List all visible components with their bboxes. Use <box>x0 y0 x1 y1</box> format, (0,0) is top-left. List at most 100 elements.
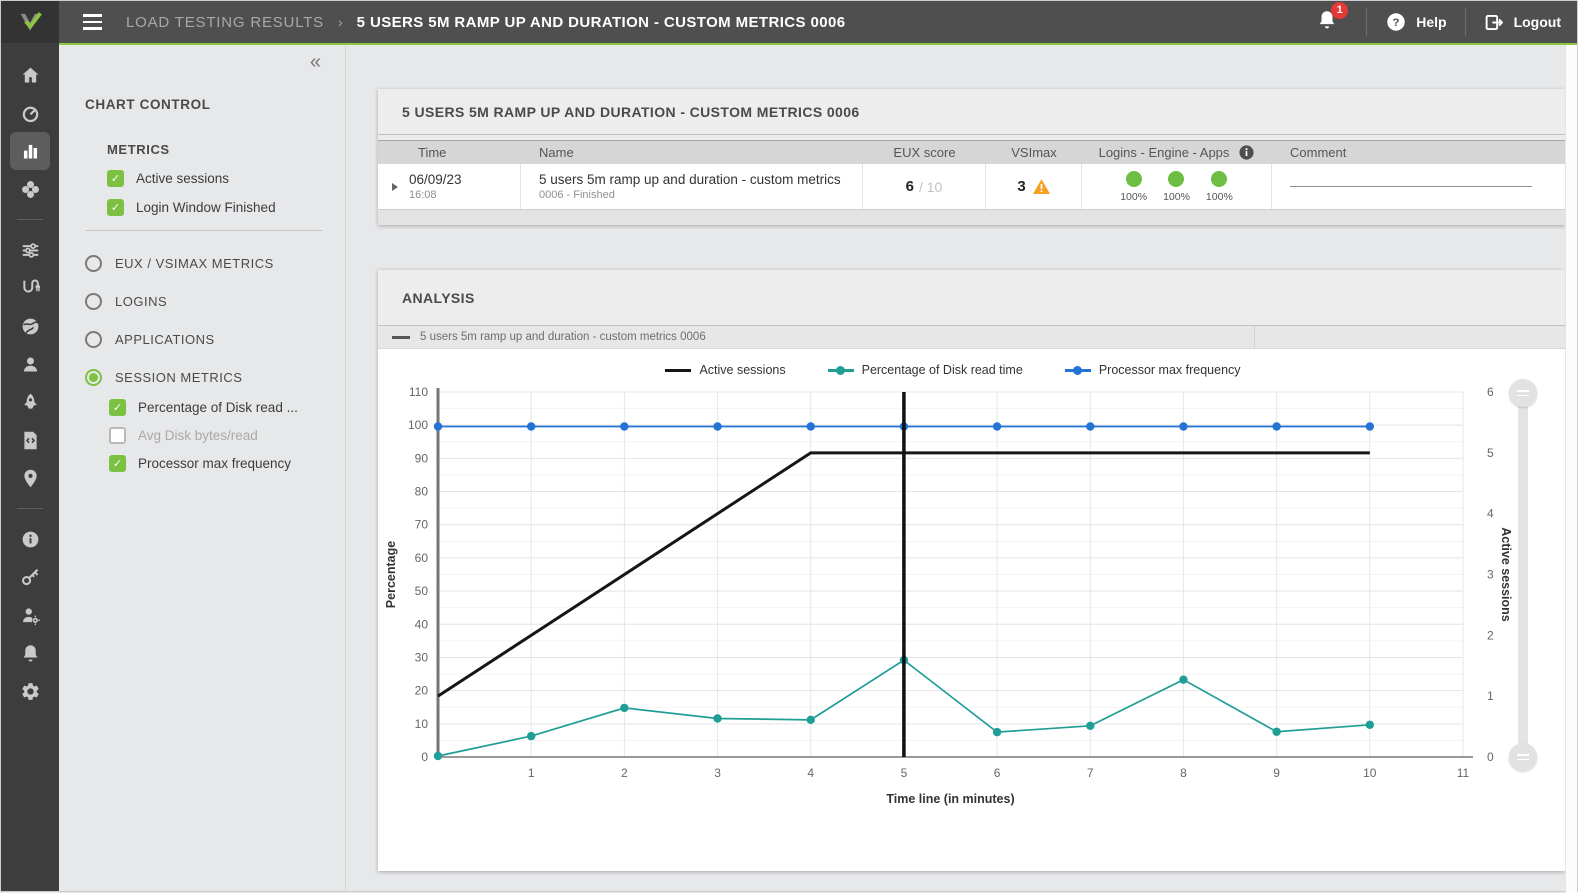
svg-text:10: 10 <box>1363 766 1377 780</box>
top-bar: LOAD TESTING RESULTS › 5 USERS 5M RAMP U… <box>59 1 1577 45</box>
svg-text:3: 3 <box>1487 568 1494 582</box>
svg-text:20: 20 <box>415 684 429 698</box>
home-icon <box>20 65 41 86</box>
column-header-vsimax: VSImax <box>986 141 1082 164</box>
legend-item[interactable]: Active sessions <box>665 363 785 377</box>
breadcrumb[interactable]: LOAD TESTING RESULTS <box>126 14 324 31</box>
status-dot-green <box>1126 171 1142 187</box>
svg-text:7: 7 <box>1087 766 1094 780</box>
legend-marker-icon <box>828 369 854 372</box>
user-settings-icon <box>20 605 41 626</box>
eux-score-max: / 10 <box>919 179 942 195</box>
sidebar-item-results[interactable] <box>10 132 50 170</box>
table-row[interactable]: 06/09/23 16:08 5 users 5m ramp up and du… <box>378 164 1565 209</box>
svg-text:4: 4 <box>807 766 814 780</box>
checkbox-percentage-disk-read[interactable]: Percentage of Disk read ... <box>109 399 323 416</box>
row-expander-icon[interactable] <box>392 183 398 191</box>
logout-button[interactable]: Logout <box>1484 12 1561 33</box>
svg-text:2: 2 <box>621 766 628 780</box>
results-card-title: 5 USERS 5M RAMP UP AND DURATION - CUSTOM… <box>402 104 860 120</box>
script-file-icon <box>20 430 41 451</box>
series-band-divider <box>1254 326 1255 348</box>
sidebar-item-user-management[interactable] <box>10 603 50 627</box>
table-footer-strip <box>378 209 1565 225</box>
series-toggle-band: 5 users 5m ramp up and duration - custom… <box>378 326 1565 349</box>
checkbox-active-sessions[interactable]: Active sessions <box>107 170 323 187</box>
checkbox-checked-icon <box>107 199 124 216</box>
info-icon <box>20 529 41 550</box>
sidebar-item-home[interactable] <box>10 63 50 87</box>
column-header-name: Name <box>521 141 863 164</box>
checkbox-processor-max-frequency[interactable]: Processor max frequency <box>109 455 323 472</box>
sidebar-item-users[interactable] <box>10 352 50 376</box>
collapse-panel-button[interactable]: « <box>310 51 321 74</box>
sidebar-item-apps[interactable] <box>10 177 50 201</box>
connector-icon <box>20 278 41 299</box>
menu-toggle-button[interactable] <box>83 14 102 30</box>
legend-label: Percentage of Disk read time <box>862 363 1023 377</box>
radio-applications[interactable]: APPLICATIONS <box>85 331 323 348</box>
sidebar-item-connections[interactable] <box>10 276 50 300</box>
help-button[interactable]: ? Help <box>1385 11 1446 33</box>
apps-icon <box>20 179 41 200</box>
results-card: 5 USERS 5M RAMP UP AND DURATION - CUSTOM… <box>378 89 1565 225</box>
metrics-section-title: METRICS <box>107 142 323 157</box>
bar-chart-icon <box>20 141 41 162</box>
radio-selected-icon <box>85 369 102 386</box>
column-header-time: Time <box>378 141 521 164</box>
svg-text:5: 5 <box>901 766 908 780</box>
topbar-divider <box>1366 8 1367 36</box>
svg-text:1: 1 <box>1487 689 1494 703</box>
page-scrollbar[interactable] <box>1565 45 1577 893</box>
sidebar-item-info[interactable] <box>10 527 50 551</box>
svg-text:5: 5 <box>1487 446 1494 460</box>
series-toggle[interactable]: 5 users 5m ramp up and duration - custom… <box>392 331 706 343</box>
info-icon[interactable] <box>1238 144 1255 161</box>
series-toggle-label: 5 users 5m ramp up and duration - custom… <box>420 331 706 343</box>
analysis-card: ANALYSIS 5 users 5m ramp up and duration… <box>378 270 1565 871</box>
sidebar-item-environment[interactable] <box>10 314 50 338</box>
rail-divider <box>17 219 43 220</box>
rocket-icon <box>20 392 41 413</box>
sidebar-item-dashboard[interactable] <box>10 101 50 125</box>
sidebar-item-tune[interactable] <box>10 238 50 262</box>
gauge-icon <box>20 103 41 124</box>
checkbox-avg-disk-bytes-read[interactable]: Avg Disk bytes/read <box>109 427 323 444</box>
sidebar-item-scripts[interactable] <box>10 428 50 452</box>
help-label: Help <box>1416 14 1446 30</box>
radio-session-metrics[interactable]: SESSION METRICS <box>85 369 323 386</box>
radio-eux-vsimax-metrics[interactable]: EUX / VSIMAX METRICS <box>85 255 323 272</box>
app-root: LOAD TESTING RESULTS › 5 USERS 5M RAMP U… <box>1 1 1577 891</box>
comment-input[interactable] <box>1290 186 1532 187</box>
slider-handle-top[interactable] <box>1509 379 1537 407</box>
logout-icon <box>1484 12 1505 33</box>
app-logo[interactable] <box>1 1 59 43</box>
notification-badge: 1 <box>1331 2 1348 19</box>
help-icon: ? <box>1385 11 1407 33</box>
slider-handle-bottom[interactable] <box>1509 743 1537 771</box>
sidebar-item-launcher[interactable] <box>10 390 50 414</box>
column-header-comment: Comment <box>1272 141 1565 164</box>
slider-track[interactable] <box>1518 393 1528 757</box>
svg-text:6: 6 <box>994 766 1001 780</box>
results-table-header: Time Name EUX score VSImax Logins - Engi… <box>378 140 1565 164</box>
topbar-divider <box>1465 8 1466 36</box>
analysis-chart-area: 0102030405060708090100110012345612345678… <box>378 349 1565 871</box>
analysis-card-header: ANALYSIS <box>378 270 1565 326</box>
legend-item[interactable]: Percentage of Disk read time <box>828 363 1023 377</box>
sidebar-item-locations[interactable] <box>10 466 50 490</box>
rail-divider <box>17 508 43 509</box>
notifications-button[interactable]: 1 <box>1316 9 1338 36</box>
sidebar-item-settings[interactable] <box>10 679 50 703</box>
warning-icon <box>1033 179 1050 194</box>
checkbox-login-window-finished[interactable]: Login Window Finished <box>107 199 323 216</box>
legend-item[interactable]: Processor max frequency <box>1065 363 1241 377</box>
gear-icon <box>20 681 41 702</box>
checkbox-checked-icon <box>109 455 126 472</box>
svg-text:90: 90 <box>415 451 429 465</box>
sidebar-item-access[interactable] <box>10 565 50 589</box>
sidebar-item-notifications[interactable] <box>10 641 50 665</box>
svg-text:1: 1 <box>528 766 535 780</box>
radio-logins[interactable]: LOGINS <box>85 293 323 310</box>
test-date: 06/09/23 <box>409 172 462 187</box>
